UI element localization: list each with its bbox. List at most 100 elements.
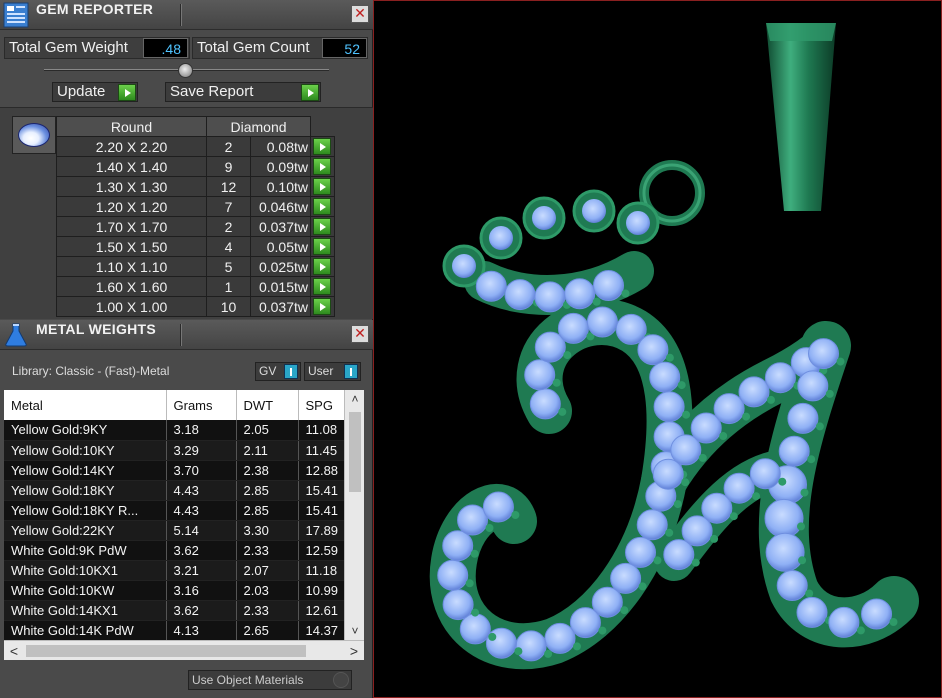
metal-table: Metal Grams DWT SPG Yellow Gold:9KY 3.18 2… xyxy=(4,390,344,640)
select-gem-arrow-icon[interactable] xyxy=(313,218,331,235)
gem-row[interactable]: 2.20 X 2.20 2 0.08tw xyxy=(56,136,335,157)
metal-dwt: 2.65 xyxy=(236,620,299,640)
gv-toggle-switch[interactable] xyxy=(284,364,298,379)
metal-spg: 12.88 xyxy=(298,460,344,481)
metal-row[interactable]: Yellow Gold:9KY 3.18 2.05 11.08 xyxy=(4,420,344,441)
metal-row[interactable]: White Gold:9K PdW 3.62 2.33 12.59 xyxy=(4,540,344,561)
metal-grams: 4.13 xyxy=(166,620,237,640)
prong-bead xyxy=(719,432,728,440)
pave-stone xyxy=(557,312,589,344)
gem-weight: 0.09tw xyxy=(250,156,311,177)
3d-viewport[interactable] xyxy=(373,0,942,698)
gem-select-cell xyxy=(310,256,335,277)
gem-row[interactable]: 1.70 X 1.70 2 0.037tw xyxy=(56,216,335,237)
spg-column-header[interactable]: SPG xyxy=(298,390,344,420)
size-slider-thumb[interactable] xyxy=(178,63,193,78)
pave-stone xyxy=(529,388,561,420)
gem-count: 12 xyxy=(206,176,251,197)
metal-column-header[interactable]: Metal xyxy=(4,390,167,420)
gv-toggle[interactable]: GV xyxy=(255,362,301,381)
gem-row[interactable]: 1.20 X 1.20 7 0.046tw xyxy=(56,196,335,217)
pave-stone xyxy=(625,536,656,568)
gem-size: 1.10 X 1.10 xyxy=(56,256,207,277)
metal-row[interactable]: White Gold:10KX1 3.21 2.07 11.18 xyxy=(4,560,344,581)
gem-weight: 0.08tw xyxy=(250,136,311,157)
use-object-materials-label: Use Object Materials xyxy=(192,673,304,687)
scroll-up-icon[interactable]: ˄ xyxy=(345,390,365,408)
pave-stone xyxy=(534,281,566,313)
gem-size: 1.60 X 1.60 xyxy=(56,276,207,297)
pave-stone xyxy=(828,606,860,638)
horizontal-scrollbar[interactable]: < > xyxy=(4,640,364,660)
scroll-right-icon[interactable]: > xyxy=(344,641,364,661)
user-toggle-switch[interactable] xyxy=(344,364,358,379)
prong-bead xyxy=(807,455,816,464)
prong-bead xyxy=(889,618,898,626)
prong-bead xyxy=(815,422,824,431)
pave-stone xyxy=(569,607,601,639)
select-gem-arrow-icon[interactable] xyxy=(313,198,331,215)
metal-grams: 3.16 xyxy=(166,580,237,601)
scroll-left-icon[interactable]: < xyxy=(4,641,24,661)
metal-row[interactable]: Yellow Gold:14KY 3.70 2.38 12.88 xyxy=(4,460,344,481)
metal-row[interactable]: Yellow Gold:18KY R... 4.43 2.85 15.41 xyxy=(4,500,344,521)
vertical-scroll-thumb[interactable] xyxy=(349,412,361,492)
select-gem-arrow-icon[interactable] xyxy=(313,258,331,275)
gem-count: 9 xyxy=(206,156,251,177)
update-button[interactable]: Update xyxy=(52,82,138,102)
horizontal-scroll-thumb[interactable] xyxy=(26,645,306,657)
round-diamond-thumbnail[interactable] xyxy=(12,116,56,154)
gem-select-cell xyxy=(310,276,335,297)
save-report-button[interactable]: Save Report xyxy=(165,82,321,102)
dwt-column-header[interactable]: DWT xyxy=(236,390,299,420)
user-toggle[interactable]: User xyxy=(304,362,361,381)
gem-row[interactable]: 1.40 X 1.40 9 0.09tw xyxy=(56,156,335,177)
prong-bead xyxy=(653,556,662,565)
gem-reporter-titlebar[interactable]: GEM REPORTER ✕ xyxy=(0,0,373,30)
grams-column-header[interactable]: Grams xyxy=(166,390,237,420)
use-object-materials-switch[interactable] xyxy=(333,672,349,688)
metal-grams: 3.62 xyxy=(166,600,237,621)
vertical-scrollbar[interactable]: ˄ ˅ xyxy=(344,390,364,640)
pave-stone xyxy=(653,391,685,423)
metal-name: Yellow Gold:9KY xyxy=(4,420,167,441)
metal-row[interactable]: Yellow Gold:18KY 4.43 2.85 15.41 xyxy=(4,480,344,501)
metal-row[interactable]: White Gold:10KW 3.16 2.03 10.99 xyxy=(4,580,344,601)
pave-stone xyxy=(713,393,745,425)
gem-row[interactable]: 1.60 X 1.60 1 0.015tw xyxy=(56,276,335,297)
select-gem-arrow-icon[interactable] xyxy=(313,298,331,315)
metal-table-container[interactable]: Metal Grams DWT SPG Yellow Gold:9KY 3.18 2… xyxy=(4,390,344,640)
metal-spg: 12.61 xyxy=(298,600,344,621)
metal-name: Yellow Gold:10KY xyxy=(4,440,167,461)
pave-stone xyxy=(861,598,892,630)
gem-row[interactable]: 1.10 X 1.10 5 0.025tw xyxy=(56,256,335,277)
gem-select-cell xyxy=(310,236,335,257)
prong-bead xyxy=(681,478,690,487)
scroll-down-icon[interactable]: ˅ xyxy=(345,622,365,640)
library-label: Library: Classic - (Fast)-Metal xyxy=(12,364,170,378)
gem-row[interactable]: 1.30 X 1.30 12 0.10tw xyxy=(56,176,335,197)
metal-weights-titlebar[interactable]: METAL WEIGHTS ✕ xyxy=(0,320,373,350)
metal-row[interactable]: White Gold:14KX1 3.62 2.33 12.61 xyxy=(4,600,344,621)
pave-stone xyxy=(787,402,819,434)
use-object-materials-toggle[interactable]: Use Object Materials xyxy=(188,670,352,690)
select-gem-arrow-icon[interactable] xyxy=(313,238,331,255)
prong-bead xyxy=(621,289,630,298)
metal-weights-close-button[interactable]: ✕ xyxy=(351,325,369,343)
metal-row[interactable]: Yellow Gold:10KY 3.29 2.11 11.45 xyxy=(4,440,344,461)
select-gem-arrow-icon[interactable] xyxy=(313,278,331,295)
pave-stone xyxy=(797,370,829,402)
select-gem-arrow-icon[interactable] xyxy=(313,158,331,175)
select-gem-arrow-icon[interactable] xyxy=(313,138,331,155)
metal-row[interactable]: White Gold:14K PdW 4.13 2.65 14.37 xyxy=(4,620,344,640)
gem-row[interactable]: 1.00 X 1.00 10 0.037tw xyxy=(56,296,335,317)
gem-reporter-close-button[interactable]: ✕ xyxy=(351,5,369,23)
metal-grams: 3.21 xyxy=(166,560,237,581)
metal-row[interactable]: Yellow Gold:22KY 5.14 3.30 17.89 xyxy=(4,520,344,541)
metal-grams: 3.18 xyxy=(166,420,237,441)
gem-row[interactable]: 1.50 X 1.50 4 0.05tw xyxy=(56,236,335,257)
metal-spg: 11.45 xyxy=(298,440,344,461)
select-gem-arrow-icon[interactable] xyxy=(313,178,331,195)
metal-spg: 17.89 xyxy=(298,520,344,541)
pave-stone xyxy=(475,270,507,302)
